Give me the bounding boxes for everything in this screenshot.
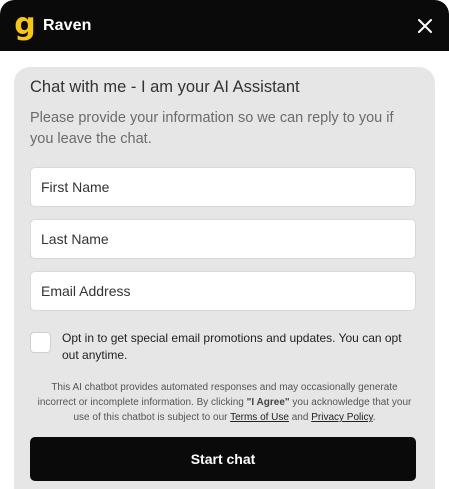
pre-chat-form: Chat with me - I am your AI Assistant Pl… (14, 67, 435, 489)
email-field[interactable] (30, 271, 416, 311)
chat-widget: g Raven Chat with me - I am your AI Assi… (0, 0, 449, 489)
disclaimer-agree: "I Agree" (246, 397, 290, 408)
terms-of-use-link[interactable]: Terms of Use (230, 412, 289, 423)
widget-body: Chat with me - I am your AI Assistant Pl… (0, 51, 449, 489)
start-chat-button[interactable]: Start chat (30, 437, 416, 481)
last-name-field[interactable] (30, 219, 416, 259)
disclaimer-and: and (288, 412, 312, 423)
disclaimer-end: . (372, 412, 376, 423)
optin-checkbox[interactable] (30, 332, 51, 353)
first-name-field[interactable] (30, 167, 416, 207)
optin-row: Opt in to get special email promotions a… (30, 330, 419, 364)
close-icon[interactable] (415, 16, 435, 36)
widget-header: g Raven (0, 0, 449, 51)
privacy-policy-link[interactable]: Privacy Policy (311, 412, 373, 423)
brand-logo: g (14, 6, 36, 42)
disclaimer-text: This AI chatbot provides automated respo… (30, 380, 419, 425)
form-title: Chat with me - I am your AI Assistant (30, 78, 300, 96)
brand-name: Raven (43, 16, 92, 34)
form-subtitle: Please provide your information so we ca… (30, 110, 394, 147)
optin-label: Opt in to get special email promotions a… (62, 331, 402, 362)
